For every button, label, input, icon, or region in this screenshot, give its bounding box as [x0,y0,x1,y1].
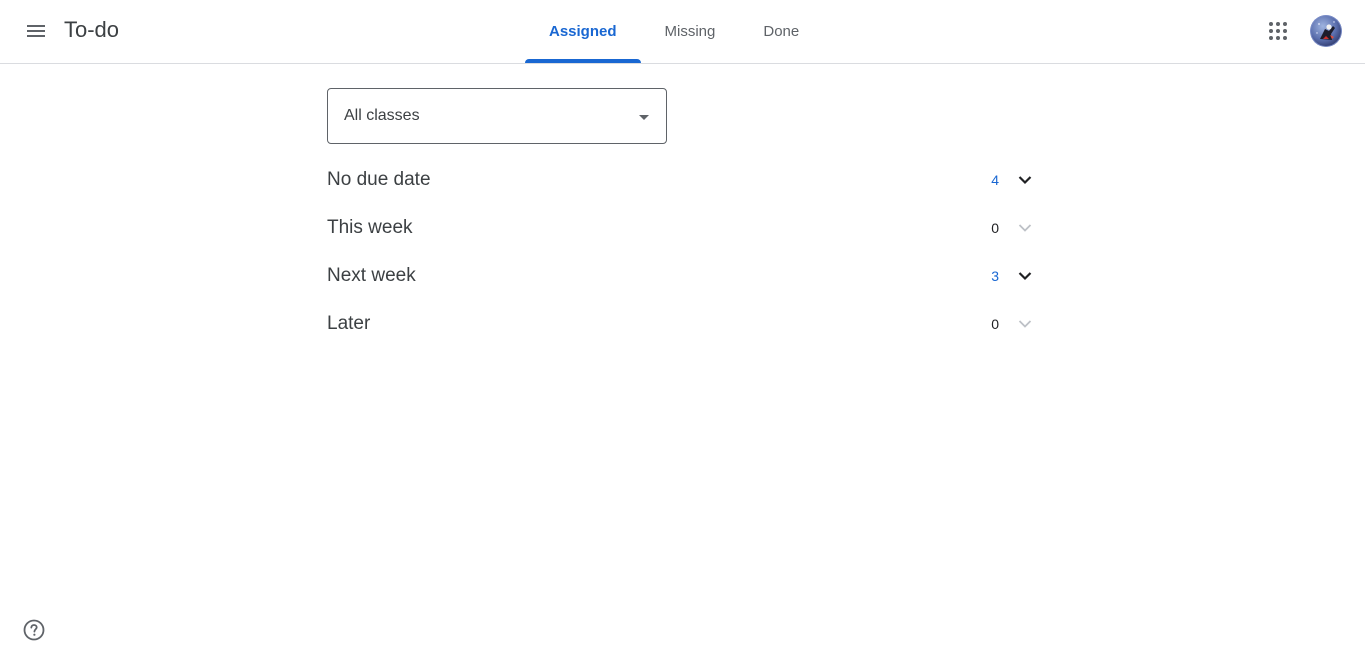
section-this-week[interactable]: This week 0 [327,208,1041,248]
section-next-week[interactable]: Next week 3 [327,256,1041,296]
top-app-bar: To-do Assigned Missing Done [0,0,1365,64]
section-later[interactable]: Later 0 [327,304,1041,344]
avatar-image [1310,15,1342,47]
tab-done-label: Done [763,23,800,40]
dropdown-arrow-icon [639,115,649,120]
help-button[interactable] [22,618,46,642]
chevron-down-icon [1018,224,1032,232]
account-avatar[interactable] [1310,15,1342,47]
class-filter-select[interactable]: All classes [327,88,667,144]
section-count: 3 [991,268,999,284]
section-label: Later [327,313,371,334]
tab-bar: Assigned Missing Done [525,0,823,63]
section-count: 0 [991,220,999,236]
section-count: 0 [991,316,999,332]
class-filter-value: All classes [344,107,420,124]
google-apps-button[interactable] [1258,11,1298,51]
chevron-down-icon[interactable] [1013,264,1037,288]
section-no-due-date[interactable]: No due date 4 [327,160,1041,200]
tab-missing-label: Missing [664,23,716,40]
help-icon [23,619,45,641]
section-count: 4 [991,172,999,188]
section-label: Next week [327,265,416,286]
hamburger-menu-icon [27,25,45,37]
page-title: To-do [64,17,120,42]
tab-assigned[interactable]: Assigned [525,0,641,63]
chevron-down-icon [1018,320,1032,328]
apps-grid-icon [1269,22,1287,40]
main-menu-button[interactable] [16,11,56,51]
tab-assigned-label: Assigned [549,23,617,40]
section-label: This week [327,217,413,238]
tab-missing[interactable]: Missing [641,0,740,63]
tab-done[interactable]: Done [739,0,823,63]
section-label: No due date [327,169,431,190]
chevron-down-icon[interactable] [1013,168,1037,192]
